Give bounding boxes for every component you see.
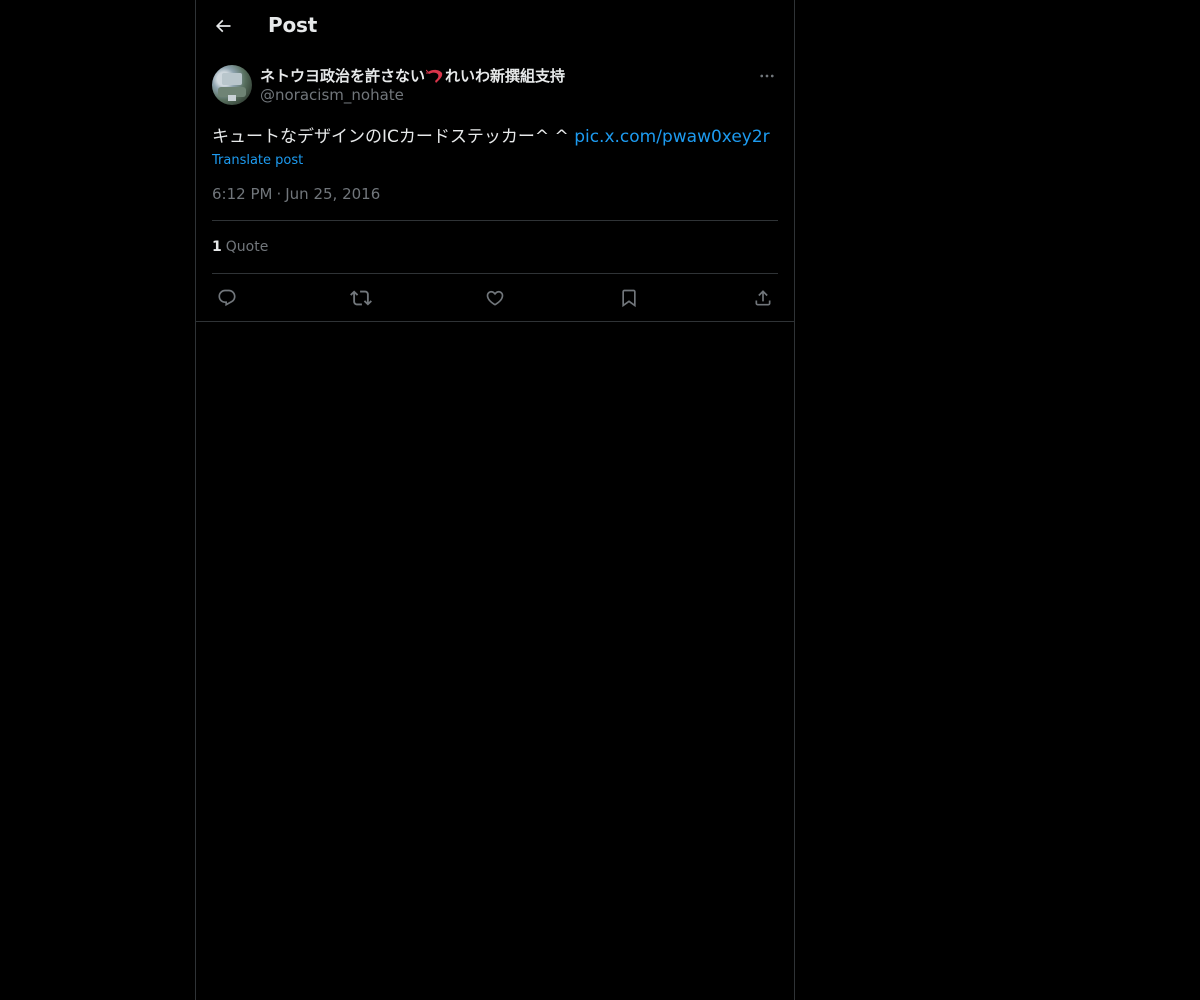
post-detail: ネトウヨ政治を許さない れいわ新撰組支持 @noracism_nohate キュ…	[196, 65, 794, 322]
repost-icon	[350, 290, 372, 305]
bookmark-button[interactable]	[618, 287, 640, 309]
shrimp-emoji-icon	[426, 68, 444, 84]
like-icon	[486, 290, 504, 306]
reply-button[interactable]	[216, 287, 238, 309]
avatar[interactable]	[212, 65, 252, 105]
author-display-name[interactable]: ネトウヨ政治を許さない れいわ新撰組支持	[260, 65, 565, 86]
post-timestamp: 6:12 PM · Jun 25, 2016	[212, 184, 778, 204]
post-stats: 1 Quote	[212, 221, 778, 273]
author-handle[interactable]: @noracism_nohate	[260, 86, 404, 104]
share-button[interactable]	[752, 287, 774, 309]
display-name-part-2: れいわ新撰組支持	[445, 67, 566, 85]
quote-count: 1	[212, 239, 222, 255]
share-icon	[755, 289, 771, 305]
post-media-link[interactable]: pic.x.com/pwaw0xey2r	[574, 127, 769, 147]
back-button[interactable]	[208, 11, 238, 41]
display-name-part-1: ネトウヨ政治を許さない	[260, 67, 426, 85]
post-body: キュートなデザインのICカードステッカー^ ^	[212, 127, 575, 147]
bookmark-icon	[622, 289, 636, 307]
page-title: Post	[268, 13, 318, 37]
translate-post-button[interactable]: Translate post	[212, 153, 303, 168]
more-horizontal-icon	[760, 74, 774, 78]
quotes-link[interactable]: Quote	[226, 239, 269, 255]
primary-column: Post ネトウヨ政治を許さない れいわ新撰組支持 @noracism_noha…	[195, 0, 795, 1000]
post-actions	[212, 274, 778, 321]
divider	[196, 321, 794, 322]
post-date[interactable]: Jun 25, 2016	[285, 185, 380, 203]
like-button[interactable]	[484, 287, 506, 309]
repost-button[interactable]	[350, 287, 372, 309]
author-row: ネトウヨ政治を許さない れいわ新撰組支持 @noracism_nohate	[212, 65, 778, 125]
post-text: キュートなデザインのICカードステッカー^ ^ pic.x.com/pwaw0x…	[212, 125, 778, 149]
reply-icon	[218, 289, 236, 306]
page-header: Post	[196, 0, 794, 53]
meta-separator: ·	[276, 185, 282, 203]
arrow-left-icon	[215, 19, 231, 33]
post-time[interactable]: 6:12 PM	[212, 185, 272, 203]
more-options-button[interactable]	[756, 65, 778, 87]
